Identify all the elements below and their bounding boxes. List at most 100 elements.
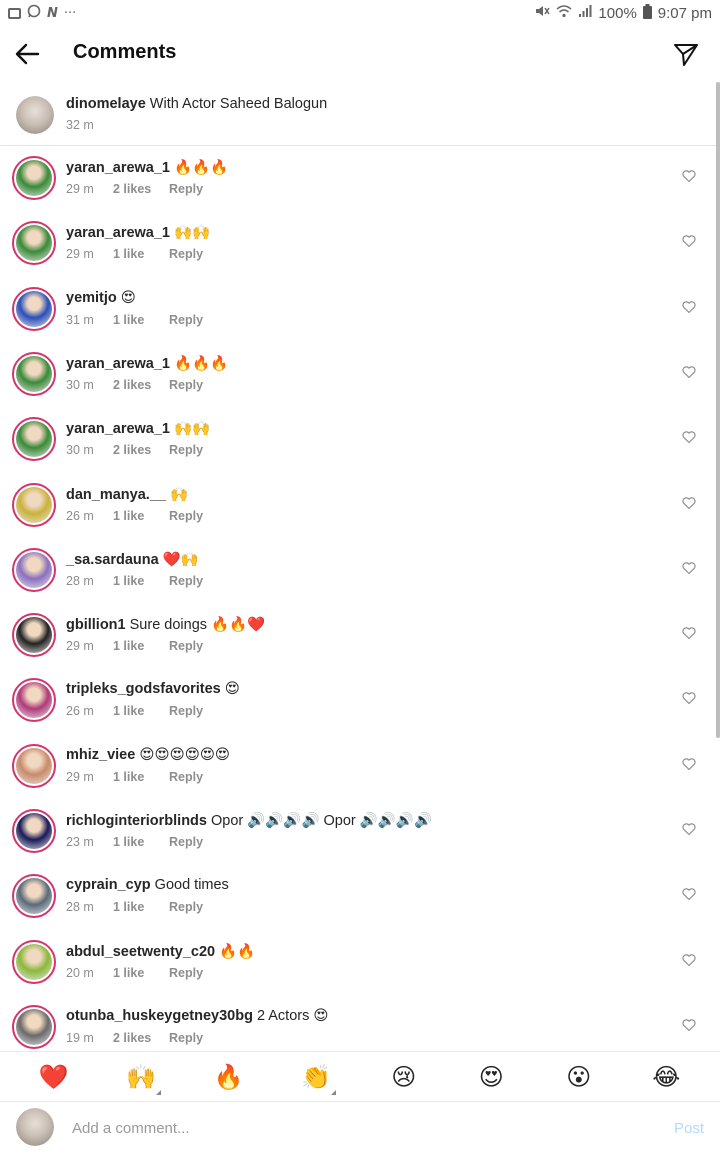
back-arrow-icon[interactable] [14,40,42,68]
send-icon[interactable] [672,40,700,68]
like-heart-icon[interactable] [682,691,696,705]
comment-username[interactable]: yemitjo [66,290,117,306]
comment-text: 🙌🙌 [170,421,211,438]
like-heart-icon[interactable] [682,561,696,575]
comment-username[interactable]: cyprain_cyp [66,877,151,893]
reply-button[interactable]: Reply [169,966,203,980]
heart-eyes-emoji-button[interactable]: 😍 [471,1063,511,1091]
avatar[interactable] [12,874,56,919]
like-heart-icon[interactable] [682,496,696,510]
comment-username[interactable]: yaran_arewa_1 [66,421,170,437]
comment-row: tripleks_godsfavorites 😍 26 m 1 like Reply [0,668,718,733]
comment-likes[interactable]: 1 like [113,704,169,718]
like-heart-icon[interactable] [682,953,696,967]
avatar[interactable] [12,547,56,592]
comment-likes[interactable]: 1 like [113,639,169,653]
comment-likes[interactable]: 2 likes [113,378,169,392]
avatar[interactable] [12,156,56,200]
comment-likes[interactable]: 2 likes [113,443,169,457]
comment-likes[interactable]: 1 like [113,247,169,261]
reply-button[interactable]: Reply [169,770,203,784]
comment-likes[interactable]: 1 like [113,509,169,523]
reply-button[interactable]: Reply [169,835,203,849]
comment-username[interactable]: gbillion1 [66,617,126,633]
comment-username[interactable]: yaran_arewa_1 [66,225,170,241]
comment-likes[interactable]: 1 like [113,966,169,980]
heart-emoji-button[interactable]: ❤️ [34,1063,74,1091]
comment-username[interactable]: yaran_arewa_1 [66,160,170,176]
post-button[interactable]: Post [674,1120,704,1137]
comment-row: _sa.sardauna ❤️🙌 28 m 1 like Reply [0,538,718,603]
avatar[interactable] [12,351,56,396]
avatar[interactable] [12,678,56,723]
avatar[interactable] [12,1004,56,1049]
reply-button[interactable]: Reply [169,378,203,392]
laughing-emoji-button[interactable]: 😂 [646,1063,686,1091]
comment-username[interactable]: dan_manya.__ [66,487,166,503]
like-heart-icon[interactable] [682,300,696,314]
comment-likes[interactable]: 2 likes [113,1031,169,1045]
comment-username[interactable]: richloginteriorblinds [66,813,207,829]
comment-row: cyprain_cyp Good times 28 m 1 like Reply [0,864,718,929]
comment-row: yaran_arewa_1 🙌🙌 30 m 2 likes Reply [0,407,718,472]
comment-username[interactable]: abdul_seetwenty_c20 [66,944,215,960]
caption-username[interactable]: dinomelaye [66,96,146,112]
like-heart-icon[interactable] [682,887,696,901]
comment-likes[interactable]: 1 like [113,835,169,849]
scrollbar[interactable] [716,82,720,738]
reply-button[interactable]: Reply [169,182,203,196]
reply-button[interactable]: Reply [169,639,203,653]
reply-button[interactable]: Reply [169,313,203,327]
avatar-image [16,551,52,588]
reply-button[interactable]: Reply [169,704,203,718]
avatar[interactable] [12,743,56,788]
comment-text: 🔥🔥🔥 [170,160,229,176]
avatar[interactable] [16,96,54,134]
avatar[interactable] [12,221,56,266]
comment-likes[interactable]: 1 like [113,574,169,588]
comment-likes[interactable]: 2 likes [113,182,169,196]
avatar[interactable] [12,417,56,462]
clap-emoji-button[interactable]: 👏 [296,1063,337,1095]
comment-username[interactable]: tripleks_godsfavorites [66,681,221,697]
avatar[interactable] [12,482,56,527]
reply-button[interactable]: Reply [169,1031,203,1045]
crying-emoji-button[interactable]: 😢 [384,1063,424,1091]
like-heart-icon[interactable] [682,626,696,640]
avatar[interactable] [12,939,56,984]
comment-likes[interactable]: 1 like [113,770,169,784]
comment-username[interactable]: yaran_arewa_1 [66,356,170,372]
comment-body: otunba_huskeygetney30bg 2 Actors 😍 [66,1008,329,1024]
raised-hands-emoji-button[interactable]: 🙌 [121,1063,162,1095]
fire-emoji-button[interactable]: 🔥 [209,1063,249,1091]
like-heart-icon[interactable] [682,1018,696,1032]
like-heart-icon[interactable] [682,365,696,379]
avatar-image [16,682,52,719]
like-heart-icon[interactable] [682,822,696,836]
avatar[interactable] [12,613,56,658]
comment-likes[interactable]: 1 like [113,900,169,914]
surprised-emoji-button[interactable]: 😮 [559,1063,599,1091]
comment-username[interactable]: otunba_huskeygetney30bg [66,1008,253,1024]
avatar[interactable] [12,286,56,331]
comment-meta: 28 m 1 like Reply [66,574,203,588]
like-heart-icon[interactable] [682,430,696,444]
comment-time: 29 m [66,769,94,784]
reply-button[interactable]: Reply [169,900,203,914]
comment-likes[interactable]: 1 like [113,313,169,327]
comment-meta: 29 m 1 like Reply [66,770,203,784]
like-heart-icon[interactable] [682,169,696,183]
comment-username[interactable]: mhiz_viee [66,747,135,763]
avatar[interactable] [12,809,56,853]
like-heart-icon[interactable] [682,234,696,248]
reply-button[interactable]: Reply [169,443,203,457]
comment-row: mhiz_viee 😍😍😍😍😍😍 29 m 1 like Reply [0,734,718,799]
reply-button[interactable]: Reply [169,509,203,523]
comment-username[interactable]: _sa.sardauna [66,552,159,568]
like-heart-icon[interactable] [682,757,696,771]
avatar-image [16,290,52,327]
comment-input[interactable] [72,1114,632,1142]
reply-button[interactable]: Reply [169,574,203,588]
comment-meta: 31 m 1 like Reply [66,313,203,327]
reply-button[interactable]: Reply [169,247,203,261]
